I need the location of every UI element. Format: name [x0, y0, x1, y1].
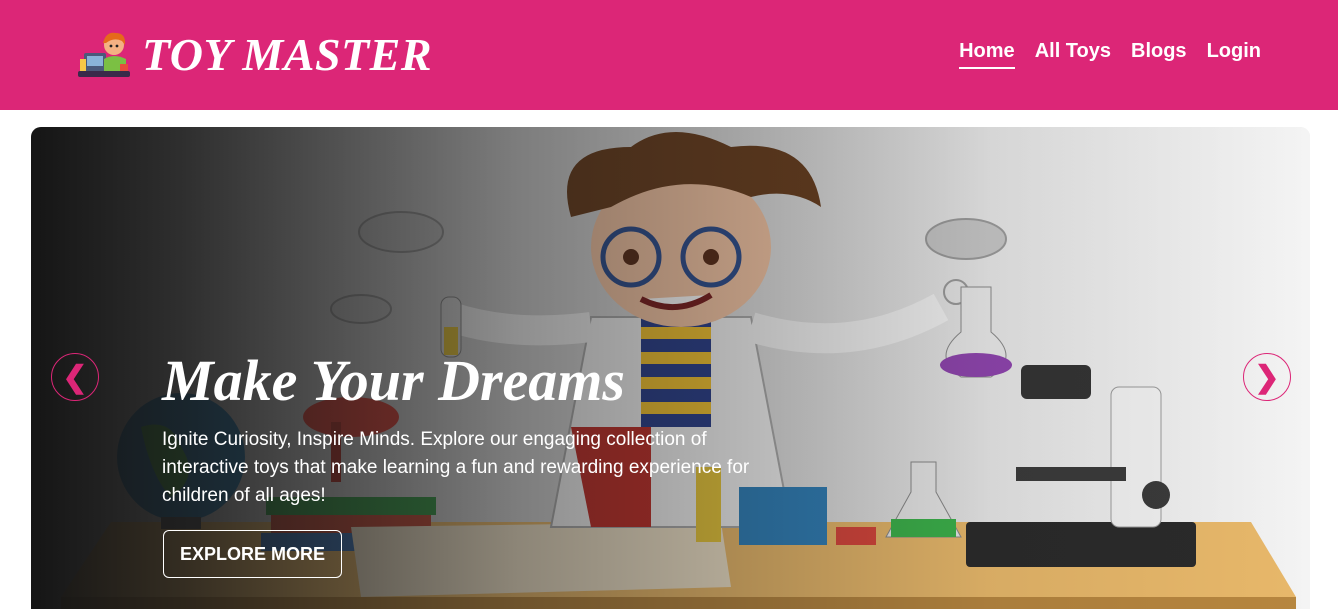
carousel-prev-button[interactable]: ❮: [51, 353, 99, 401]
chevron-right-icon: ❯: [1254, 360, 1280, 394]
nav-home-link[interactable]: Home: [959, 40, 1015, 69]
hero-title: Make Your Dreams: [162, 348, 625, 413]
nav-blogs-link[interactable]: Blogs: [1131, 40, 1187, 69]
main-nav: Home All Toys Blogs Login: [959, 40, 1261, 69]
hero-description: Ignite Curiosity, Inspire Minds. Explore…: [162, 429, 750, 506]
hero-carousel: Make Your Dreams Ignite Curiosity, Inspi…: [31, 127, 1310, 609]
chevron-left-icon: ❮: [62, 360, 88, 394]
toy-maker-logo-icon: [78, 32, 130, 77]
explore-more-button[interactable]: EXPLORE MORE: [163, 530, 342, 578]
carousel-next-button[interactable]: ❯: [1243, 353, 1291, 401]
nav-login-link[interactable]: Login: [1207, 40, 1261, 69]
brand-name: TOY MASTER: [142, 29, 433, 80]
brand[interactable]: TOY MASTER: [76, 28, 432, 82]
navbar: TOY MASTER Home All Toys Blogs Login: [0, 0, 1338, 110]
nav-all-toys-link[interactable]: All Toys: [1035, 40, 1111, 69]
